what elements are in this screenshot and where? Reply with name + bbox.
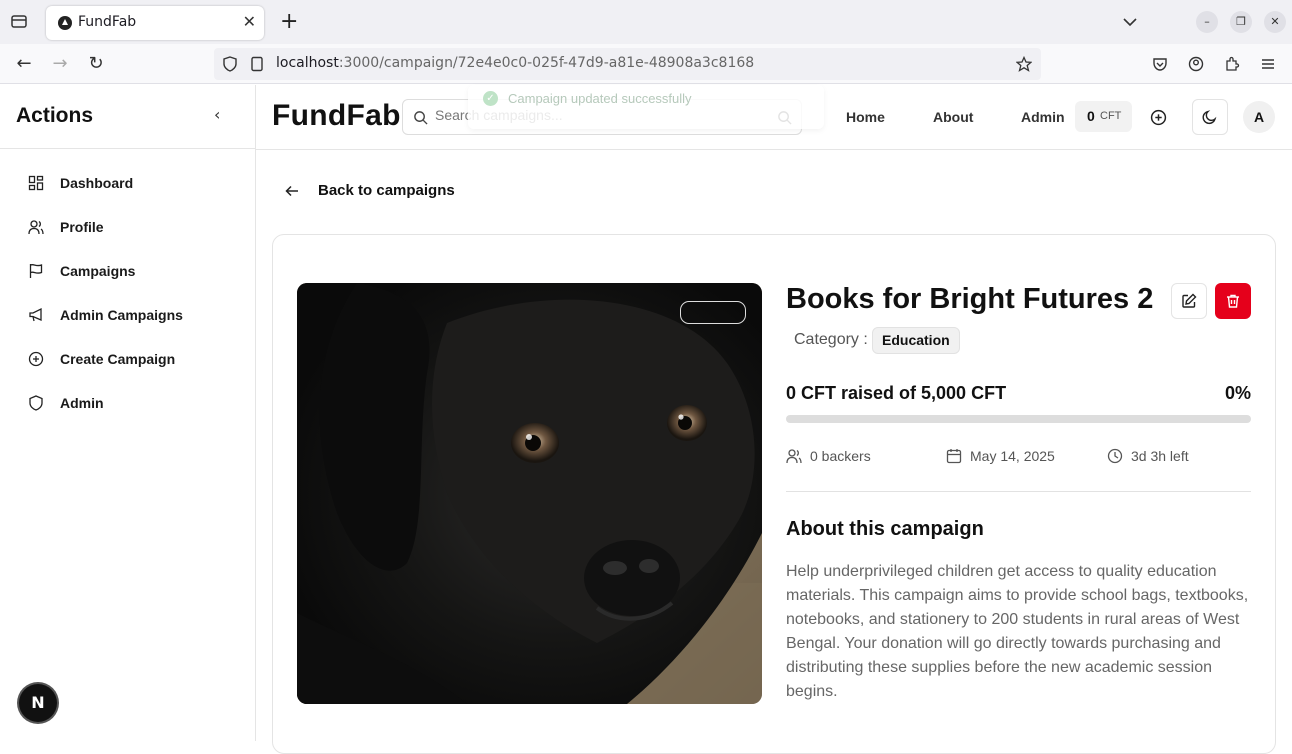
divider [786,491,1251,492]
browser-tab[interactable]: FundFab ✕ [46,6,264,40]
forward-arrow-icon[interactable]: → [48,52,72,76]
black-puppy-image [297,283,762,704]
about-description: Help underprivileged children get access… [786,563,1249,700]
bookmark-star-icon[interactable] [1016,56,1032,72]
date-stat: May 14, 2025 [946,448,1055,464]
megaphone-icon [29,307,42,322]
time-left: 3d 3h left [1131,448,1189,464]
nav-about[interactable]: About [933,109,973,125]
cft-balance-amount: 0 [1087,108,1095,124]
back-link-label: Back to campaigns [318,182,455,199]
sidebar-item-label: Campaigns [60,263,136,279]
url-text: localhost:3000/campaign/72e4e0c0-025f-47… [276,55,755,71]
shield-icon [29,395,43,411]
cft-balance: 0 CFT [1075,101,1132,132]
app-header: FundFab ✓ Campaign updated successfully … [256,85,1292,150]
sidebar-title: Actions [16,104,94,127]
back-to-campaigns-link[interactable]: Back to campaigns [284,182,455,199]
nav-home[interactable]: Home [846,109,885,125]
about-heading: About this campaign [786,518,984,540]
search-icon [414,111,428,125]
sidebar-item-label: Profile [60,219,104,235]
sidebar-item-profile[interactable]: Profile [28,215,228,239]
sidebar-item-label: Dashboard [60,175,134,191]
delete-campaign-button[interactable] [1215,283,1251,319]
flag-icon [29,263,43,278]
browser-navbar: ← → ↻ localhost:3000/campaign/72e4e0c0-0… [0,44,1292,84]
user-icon [28,220,44,235]
campaign-title: Books for Bright Futures 2 [786,283,1154,315]
tab-overflow-chevron-icon[interactable] [1122,14,1138,30]
theme-toggle-button[interactable] [1192,99,1228,135]
edit-icon [1182,293,1197,308]
sidebar-item-campaigns[interactable]: Campaigns [28,259,228,283]
trash-icon [1227,294,1239,308]
campaign-image [297,283,762,704]
minimize-icon[interactable]: – [1196,11,1218,33]
calendar-icon [946,449,962,464]
sidebar-header: Actions ‹ [0,85,255,149]
shield-tracking-icon[interactable] [222,56,238,72]
toast-message: Campaign updated successfully [508,91,692,106]
actions-sidebar: Actions ‹ Dashboard Profile Campaigns Ad… [0,85,256,741]
backers-stat: 0 backers [786,448,871,464]
edit-campaign-button[interactable] [1171,283,1207,319]
page-info-icon[interactable] [249,56,265,72]
check-circle-icon: ✓ [483,91,498,106]
back-arrow-icon[interactable]: ← [12,52,36,76]
moon-icon [1202,110,1217,125]
sidebar-item-admin[interactable]: Admin [28,391,228,415]
reload-icon[interactable]: ↻ [84,52,108,76]
browser-tabbar: FundFab ✕ + – ❐ ✕ [0,0,1292,44]
account-icon[interactable] [1188,56,1204,72]
avatar[interactable]: A [1243,101,1275,133]
cft-balance-unit: CFT [1100,110,1122,122]
backers-count: 0 backers [810,448,871,464]
success-toast: ✓ Campaign updated successfully [468,85,824,129]
create-campaign-button[interactable] [1140,99,1176,135]
fundfab-favicon-icon [58,16,72,30]
funding-progress-bar [786,415,1251,423]
url-bar[interactable]: localhost:3000/campaign/72e4e0c0-025f-47… [214,48,1041,80]
arrow-left-icon [285,185,298,196]
extensions-icon[interactable] [1224,56,1240,72]
plus-circle-icon [1150,109,1166,125]
tab-title: FundFab [78,14,137,30]
close-window-icon[interactable]: ✕ [1264,11,1286,33]
tab-close-icon[interactable]: ✕ [243,12,256,31]
restore-icon[interactable]: ❐ [1230,11,1252,33]
nextjs-dev-badge[interactable]: N [19,684,57,722]
new-tab-icon[interactable]: + [280,8,298,36]
tab-list-icon[interactable] [10,12,28,30]
nav-admin[interactable]: Admin [1021,109,1065,125]
funding-percent: 0% [1224,383,1251,403]
raised-amount: 0 CFT raised of 5,000 CFT [786,383,1007,403]
sidebar-item-label: Admin Campaigns [60,307,183,323]
sidebar-item-admin-campaigns[interactable]: Admin Campaigns [28,303,228,327]
sidebar-item-label: Admin [60,395,104,411]
category-overlay-badge [680,301,746,324]
plus-circle-icon [28,351,44,367]
sidebar-item-label: Create Campaign [60,351,176,367]
menu-hamburger-icon[interactable] [1260,56,1276,72]
clock-icon [1107,448,1123,464]
dashboard-icon [28,175,44,191]
users-icon [786,449,802,464]
campaign-date: May 14, 2025 [970,448,1055,464]
sidebar-item-dashboard[interactable]: Dashboard [28,171,228,195]
brand-logo[interactable]: FundFab [272,99,401,133]
sidebar-item-create-campaign[interactable]: Create Campaign [28,347,228,371]
pocket-icon[interactable] [1152,56,1168,72]
category-label: Category : [794,331,868,348]
chevron-left-icon[interactable]: ‹ [214,105,220,124]
category-chip: Education [872,327,960,354]
time-left-stat: 3d 3h left [1107,448,1189,464]
